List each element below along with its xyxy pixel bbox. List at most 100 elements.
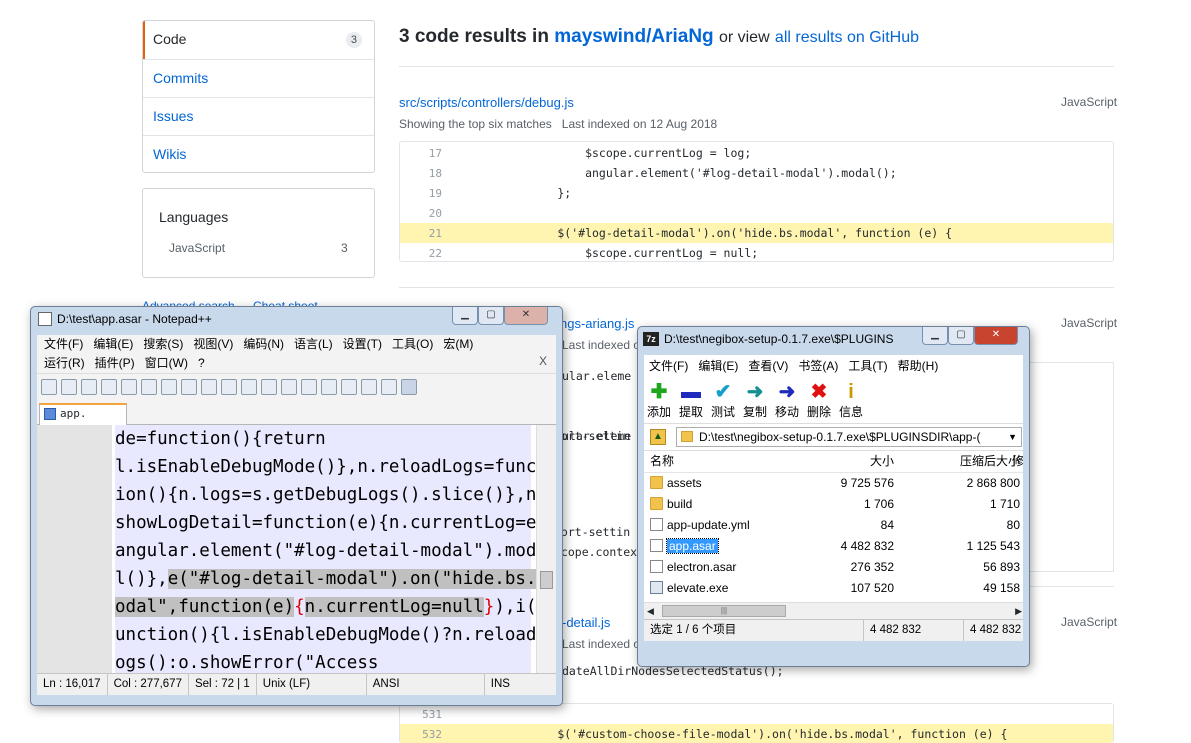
file-row[interactable]: elevate.exe 107 520 49 158 bbox=[644, 578, 1023, 599]
line-number-margin bbox=[37, 425, 112, 673]
menu-bookmarks[interactable]: 书签(A) bbox=[793, 355, 843, 377]
toolbar-label: 信息 bbox=[838, 405, 863, 419]
notepadpp-titlebar[interactable]: D:\test\app.asar - Notepad++ ▁ ▢ ✕ bbox=[31, 307, 562, 331]
toolbar-copy-button[interactable]: ➜ 复制 bbox=[740, 381, 770, 420]
scrollbar-thumb[interactable]: ||| bbox=[662, 605, 786, 617]
result-2-code-fragments-b: port-settin port-settin scope.contex bbox=[554, 426, 637, 562]
scroll-right-icon[interactable]: ▶ bbox=[1015, 603, 1022, 619]
language-count: 3 bbox=[341, 241, 348, 255]
menu-language[interactable]: 语言(L) bbox=[289, 335, 338, 354]
menu-item-issues[interactable]: Issues bbox=[143, 97, 374, 135]
toolbar-delete-button[interactable]: ✖ 删除 bbox=[804, 381, 834, 420]
code-text: $('#log-detail-modal').on('hide.bs.modal… bbox=[502, 226, 953, 240]
file-row[interactable]: build 1 706 1 710 bbox=[644, 494, 1023, 515]
toolbar-test-button[interactable]: ✔ 测试 bbox=[708, 381, 738, 420]
replace-icon[interactable] bbox=[301, 378, 317, 395]
toolbar-move-button[interactable]: ➜ 移动 bbox=[772, 381, 802, 420]
menu-help[interactable]: ? bbox=[193, 354, 210, 373]
file-packed-size: 1 125 543 bbox=[966, 539, 1020, 553]
file-row[interactable]: assets 9 725 576 2 868 800 bbox=[644, 473, 1023, 494]
col-name[interactable]: 名称 bbox=[644, 454, 674, 468]
file-row[interactable]: electron.asar 276 352 56 893 bbox=[644, 557, 1023, 578]
col-modified[interactable]: 修 bbox=[1012, 451, 1023, 472]
column-headers: 名称 大小 压缩后大小 修 bbox=[644, 451, 1023, 473]
undo-icon[interactable] bbox=[241, 378, 257, 395]
language-filter-javascript[interactable]: JavaScript bbox=[169, 241, 225, 255]
menu-encoding[interactable]: 编码(N) bbox=[238, 335, 289, 354]
menu-view[interactable]: 查看(V) bbox=[743, 355, 793, 377]
close-document-button[interactable]: X bbox=[534, 352, 552, 371]
text-content[interactable]: de=function(){return l.isEnableDebugMode… bbox=[115, 425, 547, 673]
editor-line: de=function(){return bbox=[115, 429, 326, 449]
paste-icon[interactable] bbox=[221, 378, 237, 395]
cut-icon[interactable] bbox=[181, 378, 197, 395]
menu-item-commits[interactable]: Commits bbox=[143, 59, 374, 97]
menu-help[interactable]: 帮助(H) bbox=[893, 355, 944, 377]
maximize-button[interactable]: ▢ bbox=[948, 327, 974, 345]
tab-app-asar[interactable]: app. asar⊠ bbox=[39, 403, 127, 438]
file-packed-size: 2 868 800 bbox=[966, 476, 1020, 490]
menu-item-wikis[interactable]: Wikis bbox=[143, 135, 374, 172]
divider bbox=[1030, 586, 1114, 587]
minimize-button[interactable]: ▁ bbox=[452, 307, 478, 325]
menu-item-code[interactable]: Code 3 bbox=[143, 21, 374, 59]
path-field[interactable]: D:\test\negibox-setup-0.1.7.exe\$PLUGINS… bbox=[676, 427, 1022, 447]
menu-view[interactable]: 视图(V) bbox=[188, 335, 238, 354]
result-1-path[interactable]: src/scripts/controllers/debug.js bbox=[399, 95, 574, 110]
sync-v-icon[interactable] bbox=[361, 378, 377, 395]
zoom-out-icon[interactable] bbox=[341, 378, 357, 395]
toolbar-extract-button[interactable]: ▬ 提取 bbox=[676, 381, 706, 420]
scrollbar-thumb[interactable] bbox=[540, 571, 553, 589]
menu-edit[interactable]: 编辑(E) bbox=[88, 335, 138, 354]
word-wrap-icon[interactable] bbox=[401, 378, 417, 395]
open-file-icon[interactable] bbox=[61, 378, 77, 395]
menu-tools[interactable]: 工具(O) bbox=[387, 335, 438, 354]
all-results-link[interactable]: all results on GitHub bbox=[775, 29, 919, 46]
menu-settings[interactable]: 设置(T) bbox=[338, 335, 387, 354]
new-file-icon[interactable] bbox=[41, 378, 57, 395]
code-line: 20 bbox=[400, 203, 1113, 223]
close-button[interactable]: ✕ bbox=[974, 327, 1018, 345]
menu-plugins[interactable]: 插件(P) bbox=[90, 354, 140, 373]
toolbar-info-button[interactable]: i 信息 bbox=[836, 381, 866, 420]
chevron-down-icon[interactable]: ▼ bbox=[1008, 428, 1017, 446]
vertical-scrollbar[interactable] bbox=[536, 425, 556, 673]
file-row[interactable]: app-update.yml 84 80 bbox=[644, 515, 1023, 536]
zoom-in-icon[interactable] bbox=[321, 378, 337, 395]
scroll-left-icon[interactable]: ◀ bbox=[647, 603, 654, 619]
editor-area[interactable]: de=function(){return l.isEnableDebugMode… bbox=[37, 425, 556, 673]
result-3-path[interactable]: -detail.js bbox=[562, 615, 610, 630]
save-all-icon[interactable] bbox=[101, 378, 117, 395]
toolbar-add-button[interactable]: ✚ 添加 bbox=[644, 381, 674, 420]
menu-window[interactable]: 窗口(W) bbox=[140, 354, 193, 373]
menu-edit[interactable]: 编辑(E) bbox=[693, 355, 743, 377]
up-folder-icon[interactable]: ▲ bbox=[650, 429, 666, 445]
repo-link[interactable]: mayswind/AriaNg bbox=[554, 26, 713, 47]
redo-icon[interactable] bbox=[261, 378, 277, 395]
sevenzip-titlebar[interactable]: 7z D:\test\negibox-setup-0.1.7.exe\$PLUG… bbox=[638, 327, 1029, 351]
menu-macro[interactable]: 宏(M) bbox=[438, 335, 478, 354]
menu-file[interactable]: 文件(F) bbox=[644, 355, 693, 377]
close-button[interactable]: ✕ bbox=[504, 307, 548, 325]
close-file-icon[interactable] bbox=[121, 378, 137, 395]
save-icon[interactable] bbox=[81, 378, 97, 395]
col-packed[interactable]: 压缩后大小 bbox=[894, 451, 1020, 472]
maximize-button[interactable]: ▢ bbox=[478, 307, 504, 325]
sync-h-icon[interactable] bbox=[381, 378, 397, 395]
file-row[interactable]: app.asar 4 482 832 1 125 543 bbox=[644, 536, 1023, 557]
horizontal-scrollbar[interactable]: ◀ ||| ▶ bbox=[644, 602, 1023, 619]
file-packed-size: 49 158 bbox=[983, 581, 1020, 595]
menu-file[interactable]: 文件(F) bbox=[39, 335, 88, 354]
close-all-icon[interactable] bbox=[141, 378, 157, 395]
minimize-button[interactable]: ▁ bbox=[922, 327, 948, 345]
menu-search[interactable]: 搜索(S) bbox=[138, 335, 188, 354]
col-size[interactable]: 大小 bbox=[794, 451, 894, 472]
copy-icon[interactable] bbox=[201, 378, 217, 395]
sevenzip-app-icon: 7z bbox=[643, 332, 659, 346]
find-icon[interactable] bbox=[281, 378, 297, 395]
menu-tools[interactable]: 工具(T) bbox=[843, 355, 892, 377]
result-2-path[interactable]: ngs-ariang.js bbox=[560, 316, 634, 331]
print-icon[interactable] bbox=[161, 378, 177, 395]
menu-run[interactable]: 运行(R) bbox=[39, 354, 90, 373]
folder-icon bbox=[681, 431, 693, 442]
